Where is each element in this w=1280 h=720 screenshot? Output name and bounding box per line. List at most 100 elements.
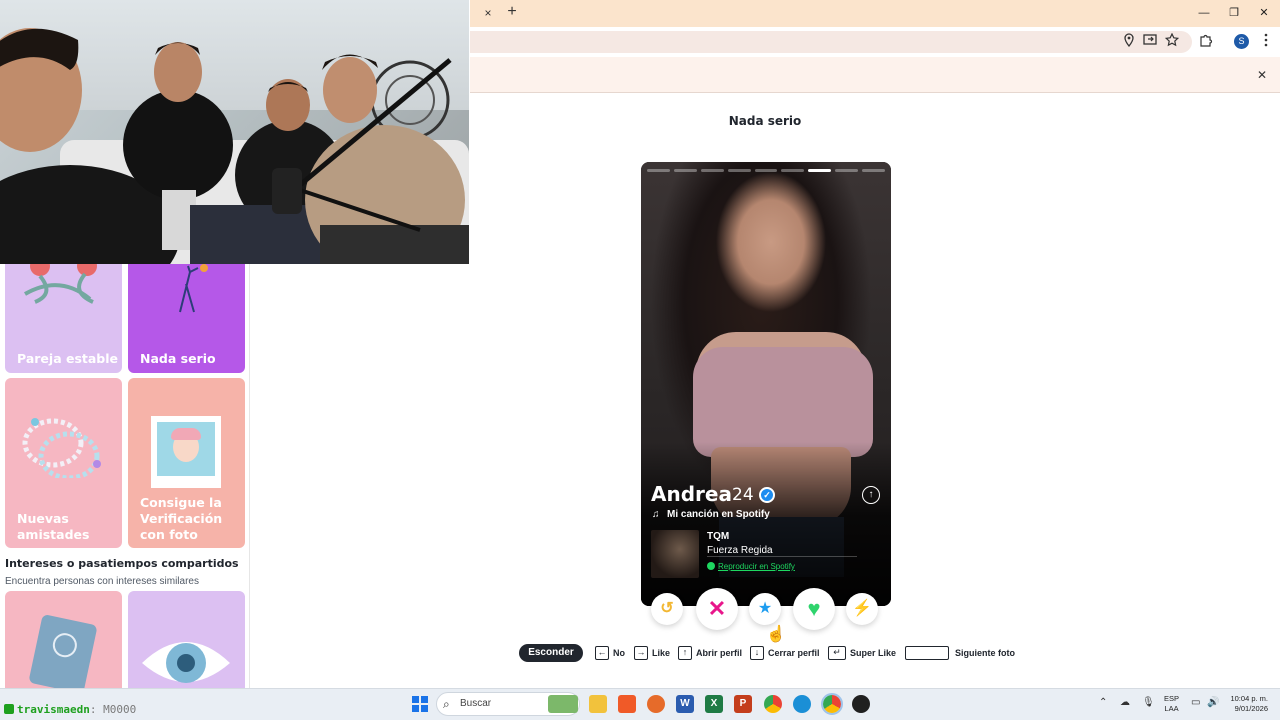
superlike-button[interactable]: ★	[749, 593, 781, 625]
windows-start-icon[interactable]	[412, 696, 428, 712]
language-indicator[interactable]: ESP LAA	[1164, 694, 1179, 714]
profile-name: Andrea	[651, 482, 732, 506]
microphone-icon[interactable]: 🎙	[1142, 697, 1155, 708]
volume-icon[interactable]: 🔊	[1207, 697, 1219, 708]
clock-date: 9/01/2026	[1234, 704, 1268, 713]
photo-progress-segment[interactable]	[862, 169, 886, 172]
shortcut-superlike-label: Super Like	[850, 648, 897, 658]
system-clock[interactable]: 10:04 p. m. 9/01/2026	[1226, 694, 1268, 714]
webcam-people	[0, 28, 469, 264]
photo-progress-segment[interactable]	[673, 169, 697, 172]
card-pareja-estable[interactable]: Pareja estable	[5, 264, 122, 373]
section-title: Intereses o pasatiempos compartidos	[5, 557, 239, 570]
infobar-close-button[interactable]: ✕	[1254, 67, 1270, 83]
extensions-icon[interactable]	[1197, 33, 1215, 51]
word-icon[interactable]: W	[676, 695, 694, 713]
install-app-icon[interactable]	[1141, 33, 1159, 51]
nope-button[interactable]: ✕	[696, 588, 738, 630]
photo-progress-segment[interactable]	[647, 169, 670, 172]
card-label: Consigue la Verificación con foto	[140, 495, 223, 542]
key-enter-icon: ↵	[828, 646, 846, 660]
card-nuevas-amistades[interactable]: Nuevas amistades	[5, 378, 122, 548]
key-down-icon: ↓	[750, 646, 764, 660]
obs-icon[interactable]	[852, 695, 870, 713]
key-left-icon: ←	[595, 646, 609, 660]
play-link-text: Reproducir en Spotify	[718, 562, 795, 571]
address-bar[interactable]	[470, 31, 1192, 53]
song-title: TQM	[707, 531, 730, 542]
photo-gradient	[641, 442, 891, 606]
card-interest-eye[interactable]	[128, 591, 245, 688]
minimize-button[interactable]: —	[1192, 4, 1216, 22]
chrome-active-icon[interactable]	[821, 693, 843, 715]
search-icon: ⌕	[443, 697, 450, 711]
photo-progress-segment[interactable]	[727, 169, 751, 172]
tray-app-icon[interactable]: ☁	[1120, 697, 1130, 708]
chat-badge-icon	[4, 704, 14, 714]
card-verificacion-foto[interactable]: Consigue la Verificación con foto	[128, 378, 245, 548]
stream-username: travismaedn	[17, 703, 90, 716]
window-close-button[interactable]: ✕	[1252, 4, 1276, 22]
key-up-icon: ↑	[678, 646, 692, 660]
rewind-button[interactable]: ↺	[651, 593, 683, 625]
spotify-heading: ♫ Mi canción en Spotify	[652, 509, 770, 520]
hide-shortcuts-button[interactable]: Esconder	[519, 644, 583, 662]
hand-cursor-icon: ☝	[766, 626, 786, 643]
photo-progress-segment[interactable]	[781, 169, 805, 172]
spotify-icon	[707, 562, 715, 570]
profile-avatar[interactable]: S	[1234, 34, 1249, 49]
profile-card[interactable]: Andrea 24 ✓ ↑ ♫ Mi canción en Spotify TQM…	[641, 162, 891, 606]
profile-age: 24	[732, 485, 754, 505]
shortcut-close-label: Cerrar perfil	[768, 648, 820, 658]
card-interest-travel[interactable]	[5, 591, 122, 688]
photo-frame-illustration	[151, 416, 221, 488]
tray-chevron-icon[interactable]: ⌃	[1099, 697, 1107, 708]
bracelets-illustration	[22, 418, 101, 478]
lang-code: ESP	[1164, 694, 1180, 703]
photo-progress-segment[interactable]	[808, 169, 832, 172]
tab-close-button[interactable]: ×	[480, 5, 496, 21]
shortcut-next-photo-label: Siguiente foto	[955, 648, 1015, 658]
lang-layout: LAA	[1164, 704, 1179, 713]
excel-icon[interactable]: X	[705, 695, 723, 713]
new-tab-button[interactable]: +	[503, 3, 521, 21]
card-label: Pareja estable	[17, 351, 119, 366]
spotify-heading-text: Mi canción en Spotify	[667, 509, 770, 520]
restore-button[interactable]: ❐	[1222, 4, 1246, 22]
card-nada-serio[interactable]: Nada serio	[128, 264, 245, 373]
edge-icon[interactable]	[793, 695, 811, 713]
music-note-icon: ♫	[652, 509, 660, 520]
brave-icon[interactable]	[618, 695, 636, 713]
stream-message: : M0000	[89, 703, 137, 716]
menu-kebab-icon[interactable]	[1257, 33, 1275, 51]
file-explorer-icon[interactable]	[589, 695, 607, 713]
page-title: Nada serio	[728, 114, 802, 128]
firework-illustration	[179, 264, 208, 313]
search-highlight-icon	[548, 695, 578, 713]
photo-progress-segment[interactable]	[754, 169, 778, 172]
webcam-overlay	[0, 0, 469, 264]
shortcut-like-label: Like	[652, 648, 671, 658]
location-icon[interactable]	[1120, 33, 1138, 51]
stream-chat-line: travismaedn: M0000	[4, 703, 136, 716]
play-on-spotify-link[interactable]: Reproducir en Spotify	[707, 562, 795, 571]
photo-progress-segment[interactable]	[835, 169, 859, 172]
powerpoint-icon[interactable]: P	[734, 695, 752, 713]
firefox-icon[interactable]	[647, 695, 665, 713]
shortcut-open-label: Abrir perfil	[696, 648, 743, 658]
open-profile-icon[interactable]: ↑	[862, 486, 880, 504]
song-artist: Fuerza Regida	[707, 545, 773, 556]
photo-top	[693, 347, 873, 457]
taskbar	[0, 688, 1280, 720]
shortcut-no-label: No	[613, 648, 625, 658]
photo-progress-segment[interactable]	[700, 169, 724, 172]
network-icon[interactable]: ▭	[1191, 697, 1200, 708]
bookmark-star-icon[interactable]	[1163, 32, 1181, 51]
roses-illustration	[24, 264, 97, 304]
info-bar	[470, 57, 1280, 93]
chrome-icon[interactable]	[764, 695, 782, 713]
boost-button[interactable]: ⚡	[846, 593, 878, 625]
clock-time: 10:04 p. m.	[1230, 694, 1268, 703]
like-button[interactable]: ♥	[793, 588, 835, 630]
search-placeholder[interactable]: Buscar	[460, 698, 491, 709]
